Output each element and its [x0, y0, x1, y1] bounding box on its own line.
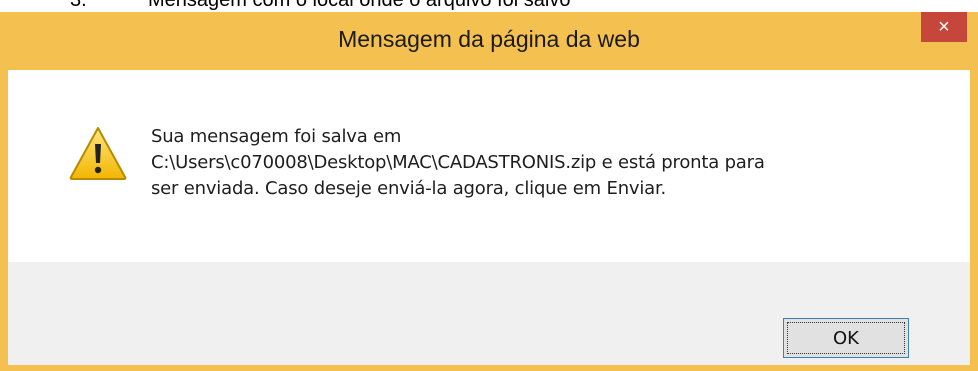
document-caption: 3. Mensagem com o local onde o arquivo f… — [0, 0, 978, 11]
ok-button[interactable]: OK — [783, 318, 909, 358]
close-button[interactable]: × — [921, 12, 967, 42]
dialog-titlebar[interactable]: Mensagem da página da web × — [0, 12, 978, 70]
list-number: 3. — [70, 0, 87, 11]
dialog-content: Sua mensagem foi salva em C:\Users\c0700… — [8, 70, 970, 262]
focus-ring — [787, 322, 905, 354]
message-dialog: Mensagem da página da web × Sua mensagem… — [0, 12, 978, 371]
dialog-footer: OK — [8, 262, 970, 365]
dialog-message: Sua mensagem foi salva em C:\Users\c0700… — [151, 126, 765, 199]
warning-icon — [69, 127, 127, 180]
close-icon: × — [938, 16, 950, 38]
dialog-title: Mensagem da página da web — [338, 26, 640, 52]
caption-text: Mensagem com o local onde o arquivo foi … — [148, 0, 571, 11]
dialog-client-area: Sua mensagem foi salva em C:\Users\c0700… — [8, 70, 970, 365]
